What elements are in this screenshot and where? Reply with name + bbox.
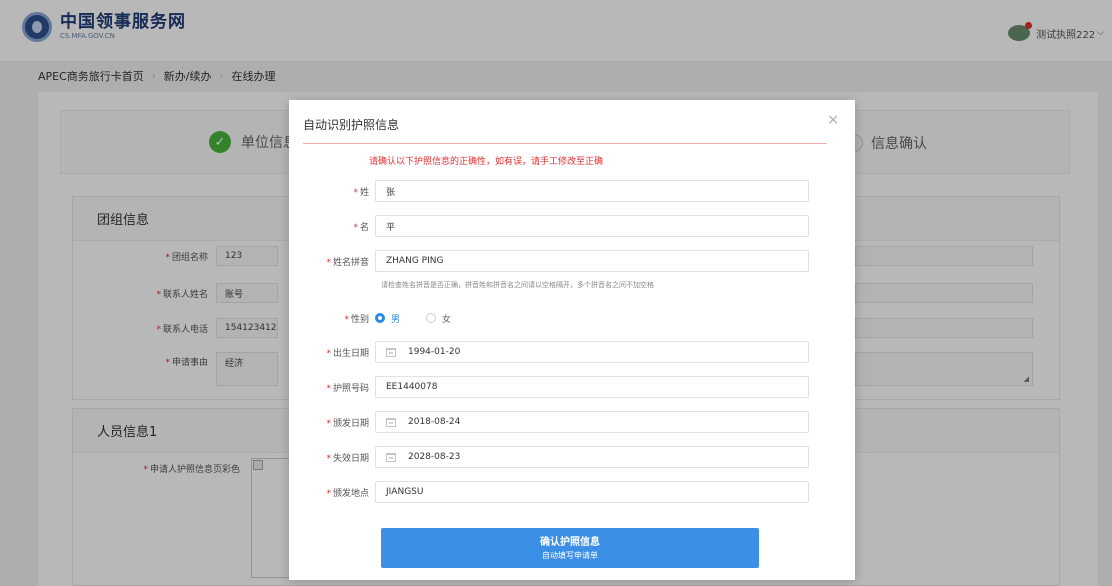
radio-label: 女 (442, 314, 452, 325)
gender-male-radio[interactable]: 男 (375, 312, 400, 325)
given-name-row: * 名 平 (289, 215, 855, 237)
radio-checked-icon (375, 313, 385, 323)
confirm-button-label: 确认护照信息 (540, 536, 600, 548)
pinyin-input[interactable]: ZHANG PING (375, 250, 809, 272)
surname-row: * 姓 张 (289, 180, 855, 202)
issue-date-row: * 颁发日期 2018-08-24 (289, 411, 855, 433)
dialog-title: 自动识别护照信息 (303, 118, 400, 132)
issue-place-input[interactable]: JIANGSU (375, 481, 809, 503)
confirm-passport-button[interactable]: 确认护照信息 自动填写申请单 (381, 528, 759, 568)
expiry-date-row: * 失效日期 2028-08-23 (289, 446, 855, 468)
field-label: 性别 (350, 314, 369, 325)
field-label: 颁发日期 (332, 418, 369, 429)
field-label: 姓名拼音 (332, 257, 369, 268)
radio-label: 男 (391, 314, 401, 325)
surname-input[interactable]: 张 (375, 180, 809, 202)
field-label: 出生日期 (332, 348, 369, 359)
field-label: 护照号码 (332, 383, 369, 394)
passport-number-row: * 护照号码 EE1440078 (289, 376, 855, 398)
calendar-icon (386, 452, 396, 462)
issue-date-picker[interactable]: 2018-08-24 (375, 411, 809, 433)
confirm-notice: 请确认以下护照信息的正确性，如有误，请手工修改至正确 (369, 157, 604, 167)
dialog-divider (303, 143, 827, 144)
gender-radio-group: 男 女 (375, 312, 477, 325)
close-icon[interactable]: × (827, 112, 839, 128)
radio-unchecked-icon (426, 313, 437, 323)
calendar-icon (386, 417, 396, 427)
passport-number-input[interactable]: EE1440078 (375, 376, 809, 398)
confirm-button-sublabel: 自动填写申请单 (542, 550, 598, 560)
passport-recognition-dialog: 自动识别护照信息 × 请确认以下护照信息的正确性，如有误，请手工修改至正确 * 姓… (289, 100, 855, 580)
issue-date-value: 2018-08-24 (408, 417, 461, 427)
gender-row: * 性别 男 女 (289, 307, 855, 329)
birth-date-value: 1994-01-20 (408, 347, 461, 357)
birth-date-picker[interactable]: 1994-01-20 (375, 341, 809, 363)
issue-place-row: * 颁发地点 JIANGSU (289, 481, 855, 503)
pinyin-row: * 姓名拼音 ZHANG PING (289, 250, 855, 272)
given-name-input[interactable]: 平 (375, 215, 809, 237)
pinyin-hint: 请检查姓名拼音是否正确，拼音姓和拼音名之间请以空格隔开，多个拼音名之间不加空格 (381, 281, 654, 289)
field-label: 失效日期 (332, 453, 369, 464)
field-label: 名 (359, 222, 369, 233)
field-label: 姓 (359, 187, 369, 198)
calendar-icon (386, 347, 396, 357)
expiry-date-picker[interactable]: 2028-08-23 (375, 446, 809, 468)
expiry-date-value: 2028-08-23 (408, 452, 461, 462)
field-label: 颁发地点 (332, 488, 369, 499)
birth-date-row: * 出生日期 1994-01-20 (289, 341, 855, 363)
gender-female-radio[interactable]: 女 (426, 312, 451, 325)
